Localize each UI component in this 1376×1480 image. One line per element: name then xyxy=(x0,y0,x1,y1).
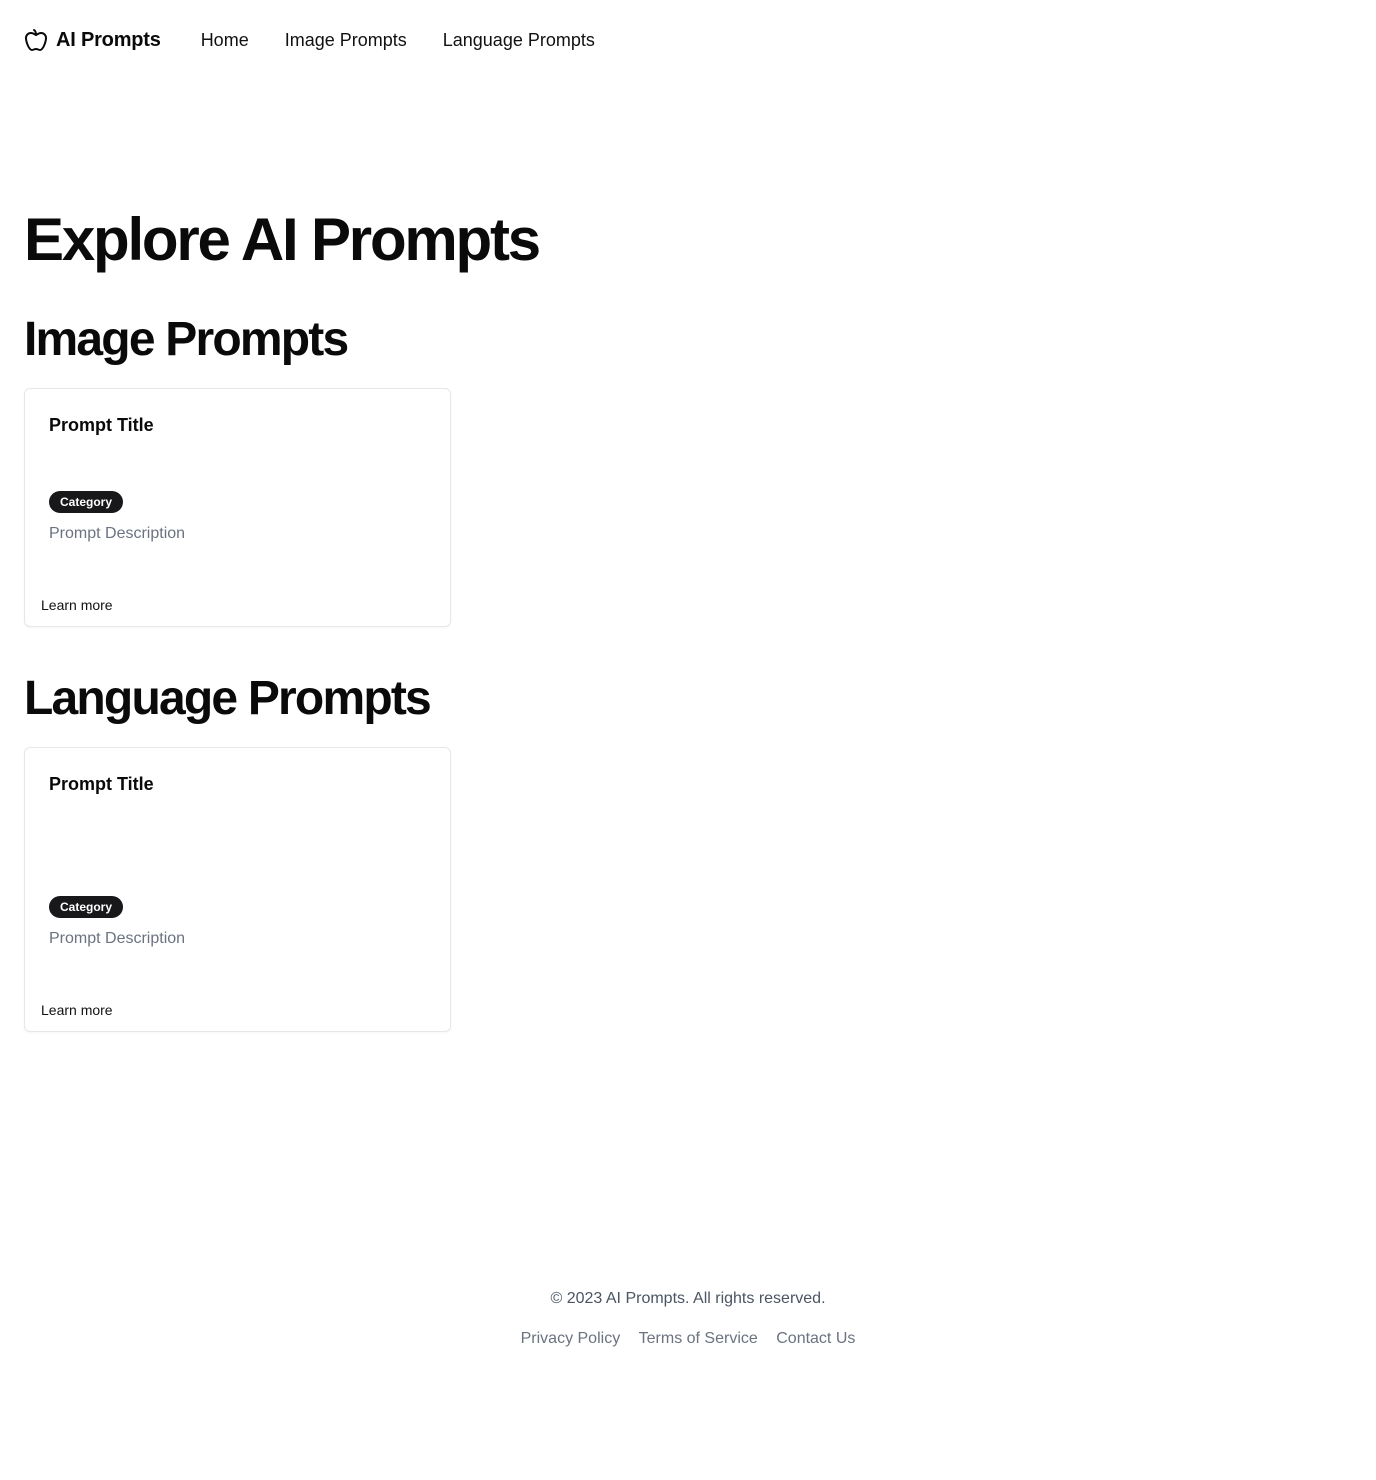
footer-link-contact-us[interactable]: Contact Us xyxy=(776,1330,855,1347)
card-title: Prompt Title xyxy=(49,415,154,435)
nav-link-image-prompts[interactable]: Image Prompts xyxy=(285,30,407,51)
prompt-card-image: Prompt Title Category Prompt Description… xyxy=(24,388,451,627)
footer-links: Privacy Policy Terms of Service Contact … xyxy=(0,1330,1376,1348)
nav-link-language-prompts[interactable]: Language Prompts xyxy=(443,30,595,51)
card-description: Prompt Description xyxy=(49,930,186,947)
section-heading-image-prompts: Image Prompts xyxy=(24,313,349,366)
brand-link[interactable]: AI Prompts xyxy=(24,28,161,52)
learn-more-button[interactable]: Learn more xyxy=(41,1002,113,1018)
footer-link-terms-of-service[interactable]: Terms of Service xyxy=(639,1330,758,1347)
section-heading-language-prompts: Language Prompts xyxy=(24,672,432,725)
learn-more-button[interactable]: Learn more xyxy=(41,597,113,613)
card-title: Prompt Title xyxy=(49,774,154,794)
prompt-card-language: Prompt Title Category Prompt Description… xyxy=(24,747,451,1032)
footer-copyright: © 2023 AI Prompts. All rights reserved. xyxy=(550,1290,826,1307)
card-description: Prompt Description xyxy=(49,525,186,542)
footer-link-privacy-policy[interactable]: Privacy Policy xyxy=(521,1330,621,1347)
brand-name: AI Prompts xyxy=(56,28,161,51)
apple-icon xyxy=(25,29,47,51)
top-navbar: AI Prompts Home Image Prompts Language P… xyxy=(0,0,1376,80)
category-badge: Category xyxy=(49,491,124,513)
category-badge: Category xyxy=(49,896,124,918)
nav-link-home[interactable]: Home xyxy=(201,30,249,51)
page-title: Explore AI Prompts xyxy=(24,206,541,273)
